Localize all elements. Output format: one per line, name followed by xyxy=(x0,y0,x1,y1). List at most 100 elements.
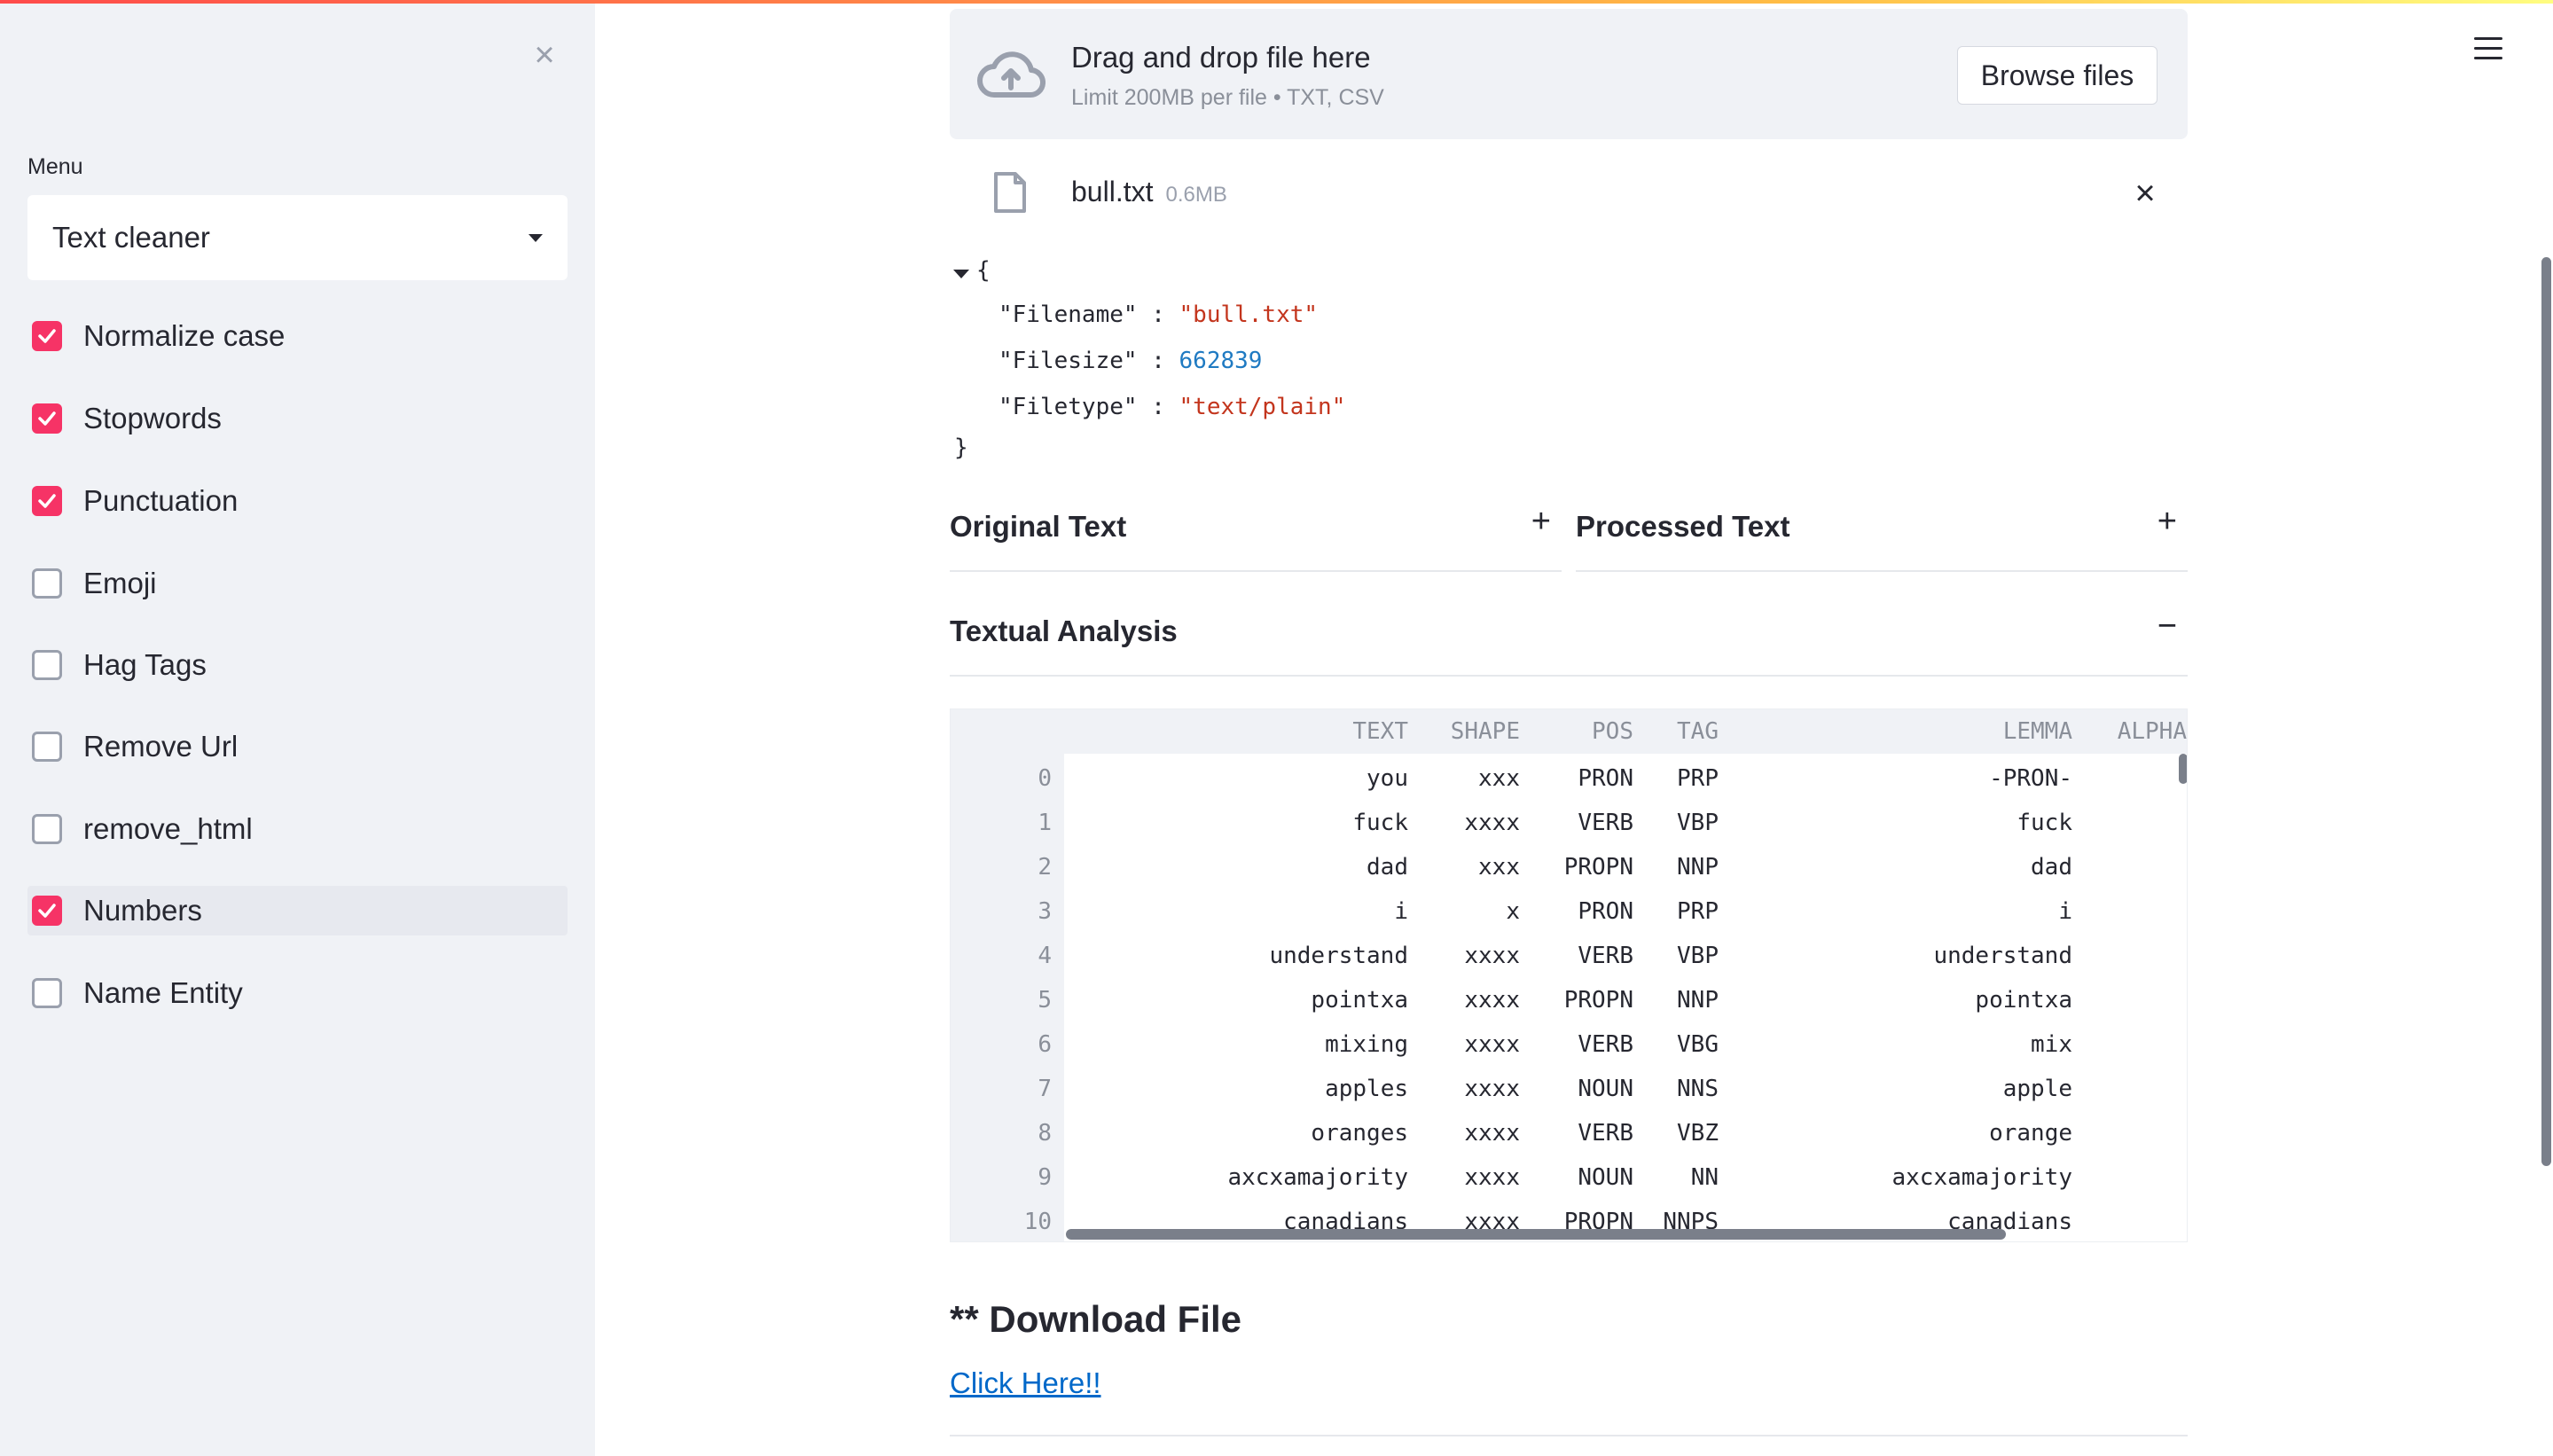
option-checkbox-row[interactable]: Stopwords xyxy=(27,394,568,443)
column-header[interactable]: TAG xyxy=(1677,718,1719,745)
column-header[interactable]: ALPHA xyxy=(2118,718,2187,745)
json-close-brace: } xyxy=(954,434,968,461)
minus-icon[interactable]: − xyxy=(2158,607,2177,646)
remove-file-icon[interactable]: × xyxy=(2129,176,2161,211)
cell-text: i xyxy=(1394,898,1408,925)
option-checkbox-row[interactable]: Punctuation xyxy=(27,476,568,526)
checkmark-icon xyxy=(38,329,56,343)
cell-tag: PRP xyxy=(1677,898,1719,925)
table-row[interactable]: 6 mixing xxxx VERB VBG mix xyxy=(951,1031,2187,1076)
checkbox-unchecked[interactable] xyxy=(32,568,62,599)
cell-tag: VBP xyxy=(1677,943,1719,969)
cell-tag: NN xyxy=(1690,1164,1719,1191)
expander-textual-analysis[interactable]: Textual Analysis − xyxy=(950,597,2188,677)
option-checkbox-row[interactable]: remove_html xyxy=(27,804,568,854)
download-link[interactable]: Click Here!! xyxy=(950,1366,1101,1400)
plus-icon[interactable]: + xyxy=(2158,503,2177,541)
cell-text: pointxa xyxy=(1311,987,1408,1014)
cell-text: mixing xyxy=(1325,1031,1408,1058)
menu-select[interactable]: Text cleaner xyxy=(27,195,568,280)
table-row[interactable]: 4 understand xxxx VERB VBP understand xyxy=(951,943,2187,987)
json-open-brace: { xyxy=(976,257,991,284)
checkbox-unchecked[interactable] xyxy=(32,732,62,762)
json-entry: "Filetype" : "text/plain" xyxy=(998,394,1345,420)
hamburger-menu-icon[interactable] xyxy=(2474,37,2502,62)
cell-shape: xxxx xyxy=(1464,810,1520,836)
cell-lemma: orange xyxy=(1989,1120,2072,1147)
cell-pos: VERB xyxy=(1578,1031,1633,1058)
column-header[interactable]: TEXT xyxy=(1352,718,1408,745)
table-row[interactable]: 2 dad xxx PROPN NNP dad xyxy=(951,854,2187,898)
analysis-dataframe[interactable]: TEXT SHAPE POS TAG LEMMA ALPHA 0 you xxx PRON PRP… xyxy=(950,708,2188,1242)
cell-lemma: apple xyxy=(2002,1076,2072,1102)
row-index: 4 xyxy=(1038,943,1052,969)
cell-tag: VBP xyxy=(1677,810,1719,836)
table-horizontal-scrollbar[interactable] xyxy=(1066,1229,2006,1240)
option-checkbox-row[interactable]: Hag Tags xyxy=(27,640,568,690)
cell-shape: xxxx xyxy=(1464,1076,1520,1102)
checkbox-checked[interactable] xyxy=(32,403,62,434)
chevron-down-icon xyxy=(529,233,543,242)
sidebar: × Menu Text cleaner Normalize case Stopwo… xyxy=(0,4,595,1456)
file-dropzone[interactable]: Drag and drop file here Limit 200MB per … xyxy=(950,9,2188,139)
column-header[interactable]: POS xyxy=(1592,718,1633,745)
table-row[interactable]: 5 pointxa xxxx PROPN NNP pointxa xyxy=(951,987,2187,1031)
json-key: "Filesize" xyxy=(998,348,1138,374)
option-label: Normalize case xyxy=(83,319,286,352)
cell-pos: PROPN xyxy=(1563,987,1633,1014)
row-index: 10 xyxy=(1023,1209,1052,1235)
json-value: "text/plain" xyxy=(1179,394,1346,420)
dropzone-title: Drag and drop file here xyxy=(1071,41,1371,74)
table-row[interactable]: 1 fuck xxxx VERB VBP fuck xyxy=(951,810,2187,854)
table-row[interactable]: 7 apples xxxx NOUN NNS apple xyxy=(951,1076,2187,1120)
expander-processed-text[interactable]: Processed Text + xyxy=(1576,492,2188,572)
table-row[interactable]: 3 i x PRON PRP i xyxy=(951,898,2187,943)
checkbox-checked[interactable] xyxy=(32,896,62,926)
cell-lemma: dad xyxy=(2031,854,2072,881)
column-header[interactable]: SHAPE xyxy=(1451,718,1520,745)
checkbox-unchecked[interactable] xyxy=(32,650,62,680)
option-checkbox-row[interactable]: Normalize case xyxy=(27,311,568,361)
checkbox-checked[interactable] xyxy=(32,486,62,516)
page-scrollbar[interactable] xyxy=(2541,257,2551,1166)
cell-lemma: i xyxy=(2058,898,2072,925)
option-checkbox-row[interactable]: Remove Url xyxy=(27,722,568,771)
table-vertical-scrollbar[interactable] xyxy=(2179,754,2187,784)
row-index: 2 xyxy=(1038,854,1052,881)
option-label: remove_html xyxy=(83,812,253,845)
column-header[interactable]: LEMMA xyxy=(2003,718,2072,745)
download-heading: ** Download File xyxy=(950,1298,1242,1340)
cell-pos: VERB xyxy=(1578,810,1633,836)
expander-original-text[interactable]: Original Text + xyxy=(950,492,1562,572)
cell-shape: xxxx xyxy=(1464,1031,1520,1058)
plus-icon[interactable]: + xyxy=(1531,503,1551,541)
close-icon[interactable]: × xyxy=(529,37,560,73)
option-label: Stopwords xyxy=(83,402,222,434)
json-key: "Filetype" xyxy=(998,394,1138,420)
checkmark-icon xyxy=(38,494,56,508)
option-label: Remove Url xyxy=(83,730,239,763)
browse-files-button[interactable]: Browse files xyxy=(1957,46,2158,105)
json-value: 662839 xyxy=(1179,348,1263,374)
option-label: Name Entity xyxy=(83,976,243,1009)
table-row[interactable]: 9 axcxamajority xxxx NOUN NN axcxamajority xyxy=(951,1164,2187,1209)
checkbox-unchecked[interactable] xyxy=(32,978,62,1008)
checkbox-checked[interactable] xyxy=(32,321,62,351)
cell-tag: VBZ xyxy=(1677,1120,1719,1147)
table-row[interactable]: 8 oranges xxxx VERB VBZ orange xyxy=(951,1120,2187,1164)
cell-pos: PRON xyxy=(1578,898,1633,925)
json-separator: : xyxy=(1137,394,1179,420)
cell-text: fuck xyxy=(1352,810,1408,836)
row-index: 5 xyxy=(1038,987,1052,1014)
cell-text: oranges xyxy=(1311,1120,1408,1147)
json-value: "bull.txt" xyxy=(1179,301,1319,328)
cell-text: you xyxy=(1367,765,1408,792)
option-checkbox-row[interactable]: Emoji xyxy=(27,559,568,608)
table-row[interactable]: 0 you xxx PRON PRP -PRON- xyxy=(951,765,2187,810)
option-checkbox-row[interactable]: Name Entity xyxy=(27,968,568,1018)
collapse-toggle-icon[interactable] xyxy=(953,270,969,278)
cloud-upload-icon xyxy=(977,51,1045,98)
cell-text: apples xyxy=(1325,1076,1408,1102)
option-checkbox-row[interactable]: Numbers xyxy=(27,886,568,935)
checkbox-unchecked[interactable] xyxy=(32,814,62,844)
